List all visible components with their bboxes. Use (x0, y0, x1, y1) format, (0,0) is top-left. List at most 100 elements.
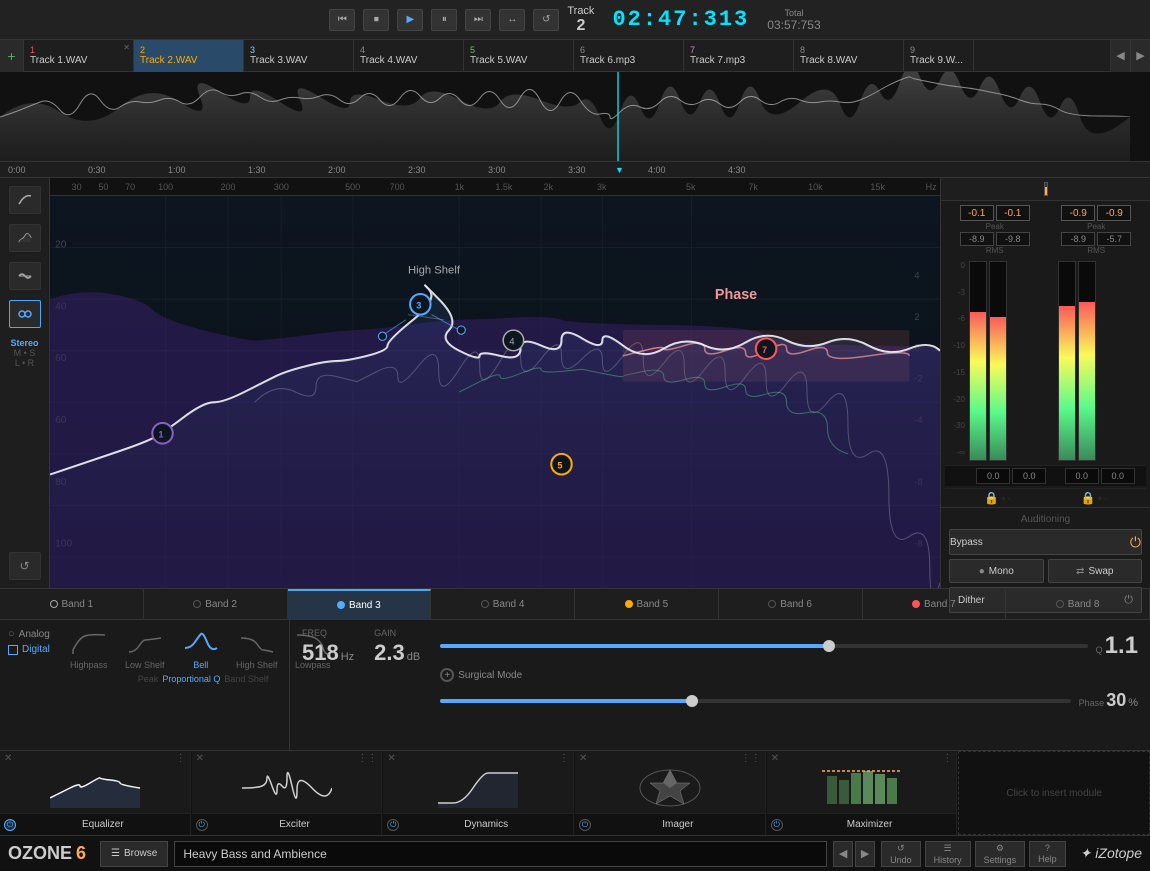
module-maximizer[interactable]: ✕ ⋮ ⏻ Maximizer (767, 751, 958, 835)
help-icon: ? (1045, 843, 1050, 853)
track-tab-1[interactable]: 1 Track 1.WAV ✕ (24, 40, 134, 72)
band3-power[interactable] (337, 601, 345, 609)
track-tab-2[interactable]: 2 Track 2.WAV (134, 40, 244, 72)
help-button[interactable]: ? Help (1029, 841, 1066, 867)
imager-settings[interactable]: ⋮⋮ (741, 753, 761, 764)
prev-button[interactable]: ⏮ (329, 9, 355, 31)
loop-button[interactable]: ↺ (533, 9, 559, 31)
waveform-display[interactable] (0, 72, 1150, 162)
exciter-settings[interactable]: ⋮⋮ (357, 753, 377, 764)
preset-prev-button[interactable]: ◀ (833, 841, 853, 867)
eq-display[interactable]: 30 50 70 100 200 300 500 700 1k 1.5k 2k … (50, 178, 940, 588)
module-empty-slot[interactable]: Click to insert module (958, 751, 1150, 835)
left-rms-value: -8.9 (960, 232, 994, 246)
timeline-marker-2: 1:00 (168, 165, 186, 175)
settings-button[interactable]: ⚙ Settings (975, 841, 1026, 867)
bypass-button[interactable]: Bypass ⏻ (949, 529, 1142, 555)
band-tab-7[interactable]: Band 7 (863, 589, 1007, 619)
undo-button[interactable]: ↺ Undo (881, 841, 921, 867)
highshelf-filter-button[interactable]: High Shelf (230, 628, 284, 672)
equalizer-power[interactable]: ⏻ (4, 819, 16, 831)
band4-power[interactable] (481, 600, 489, 608)
band-tab-6[interactable]: Band 6 (719, 589, 863, 619)
spectrum-button[interactable] (9, 224, 41, 252)
bell-filter-button[interactable]: Bell (174, 628, 228, 672)
mono-button[interactable]: ● Mono (949, 559, 1044, 583)
add-track-button[interactable]: + (0, 40, 24, 72)
track-tab-8[interactable]: 8 Track 8.WAV (794, 40, 904, 72)
bandshelf-sublabel: Band Shelf (224, 674, 268, 684)
exciter-power[interactable]: ⏻ (196, 819, 208, 831)
band-tab-8[interactable]: Band 8 (1006, 589, 1150, 619)
band8-power[interactable] (1056, 600, 1064, 608)
digital-option[interactable]: Digital (8, 644, 50, 655)
maximizer-bottom: ⏻ Maximizer (767, 813, 957, 835)
track-tab-4[interactable]: 4 Track 4.WAV (354, 40, 464, 72)
band6-label: Band 6 (780, 599, 812, 610)
maximizer-power[interactable]: ⏻ (771, 819, 783, 831)
undo-sidebar-button[interactable]: ↺ (9, 552, 41, 580)
lowshelf-filter-button[interactable]: Low Shelf (118, 628, 172, 672)
q-value[interactable]: 1.1 (1105, 632, 1138, 660)
pause-button[interactable]: ⏸ (431, 9, 457, 31)
track-tab-5[interactable]: 5 Track 5.WAV (464, 40, 574, 72)
track-nav-left[interactable]: ◀ (1110, 40, 1130, 72)
track-number: 2 (576, 17, 585, 35)
output-left-meter (1058, 261, 1076, 461)
module-equalizer[interactable]: ✕ ⋮ ⏻ Equalizer (0, 751, 191, 835)
preset-name-display: Heavy Bass and Ambience (174, 841, 827, 867)
insert-module-label[interactable]: Click to insert module (959, 752, 1149, 834)
track-tab-3[interactable]: 3 Track 3.WAV (244, 40, 354, 72)
eq-button[interactable] (9, 262, 41, 290)
exciter-close[interactable]: ✕ (196, 753, 204, 764)
band-tab-1[interactable]: Band 1 (0, 589, 144, 619)
output-lock-icon[interactable]: 🔒 (1081, 491, 1096, 505)
input-lock-icon[interactable]: 🔒 (984, 491, 999, 505)
track-tab-9[interactable]: 9 Track 9.W... (904, 40, 974, 72)
play-button[interactable]: ▶ (397, 9, 423, 31)
input-right-meter (989, 261, 1007, 461)
imager-power[interactable]: ⏻ (579, 819, 591, 831)
band-tab-3[interactable]: Band 3 (288, 589, 432, 619)
dynamics-power[interactable]: ⏻ (387, 819, 399, 831)
swap-button[interactable]: ⇄ Swap (1048, 559, 1143, 583)
curve-tool-button[interactable] (9, 186, 41, 214)
gain-value[interactable]: 2.3 (374, 640, 405, 666)
history-button[interactable]: ☰ History (925, 841, 971, 867)
imager-close[interactable]: ✕ (579, 753, 587, 764)
band7-power[interactable] (912, 600, 920, 608)
dynamics-close[interactable]: ✕ (387, 753, 395, 764)
band5-power[interactable] (625, 600, 633, 608)
band-tab-5[interactable]: Band 5 (575, 589, 719, 619)
band-tab-4[interactable]: Band 4 (431, 589, 575, 619)
track-nav-right[interactable]: ▶ (1130, 40, 1150, 72)
band2-power[interactable] (193, 600, 201, 608)
equalizer-close[interactable]: ✕ (4, 753, 12, 764)
timeline[interactable]: 0:00 0:30 1:00 1:30 2:00 2:30 ▼ 3:00 3:3… (0, 162, 1150, 178)
track-tab-7[interactable]: 7 Track 7.mp3 (684, 40, 794, 72)
highpass-filter-button[interactable]: Highpass (62, 628, 116, 672)
stereo-link-button[interactable] (9, 300, 41, 328)
imager-name: Imager (595, 819, 761, 830)
analog-option[interactable]: ○ Analog (8, 628, 50, 640)
band-tab-2[interactable]: Band 2 (144, 589, 288, 619)
next-button[interactable]: ⏭ (465, 9, 491, 31)
phase-value[interactable]: 30 (1106, 690, 1126, 711)
band6-power[interactable] (768, 600, 776, 608)
module-imager[interactable]: ✕ ⋮⋮ ⏻ Imager (575, 751, 766, 835)
maximizer-close[interactable]: ✕ (771, 753, 779, 764)
preset-next-button[interactable]: ▶ (855, 841, 875, 867)
stereo-mode-indicator[interactable]: Stereo M • S L • R (10, 338, 38, 368)
dynamics-settings[interactable]: ⋮ (559, 753, 569, 764)
band1-power[interactable] (50, 600, 58, 608)
track-tab-6[interactable]: 6 Track 6.mp3 (574, 40, 684, 72)
equalizer-settings[interactable]: ⋮ (176, 753, 186, 764)
record-button[interactable]: ↔ (499, 9, 525, 31)
eq-curve-svg: 20 40 60 60 80 100 4 2 0 -2 -4 -8 -8 (50, 196, 940, 588)
browse-button[interactable]: ☰ Browse (100, 841, 168, 867)
stop-button[interactable]: ⏹ (363, 9, 389, 31)
module-dynamics[interactable]: ✕ ⋮ ⏻ Dynamics (383, 751, 574, 835)
maximizer-settings[interactable]: ⋮ (942, 753, 952, 764)
surgical-mode-toggle[interactable]: + Surgical Mode (440, 668, 1138, 682)
module-exciter[interactable]: ✕ ⋮⋮ ⏻ Exciter (192, 751, 383, 835)
